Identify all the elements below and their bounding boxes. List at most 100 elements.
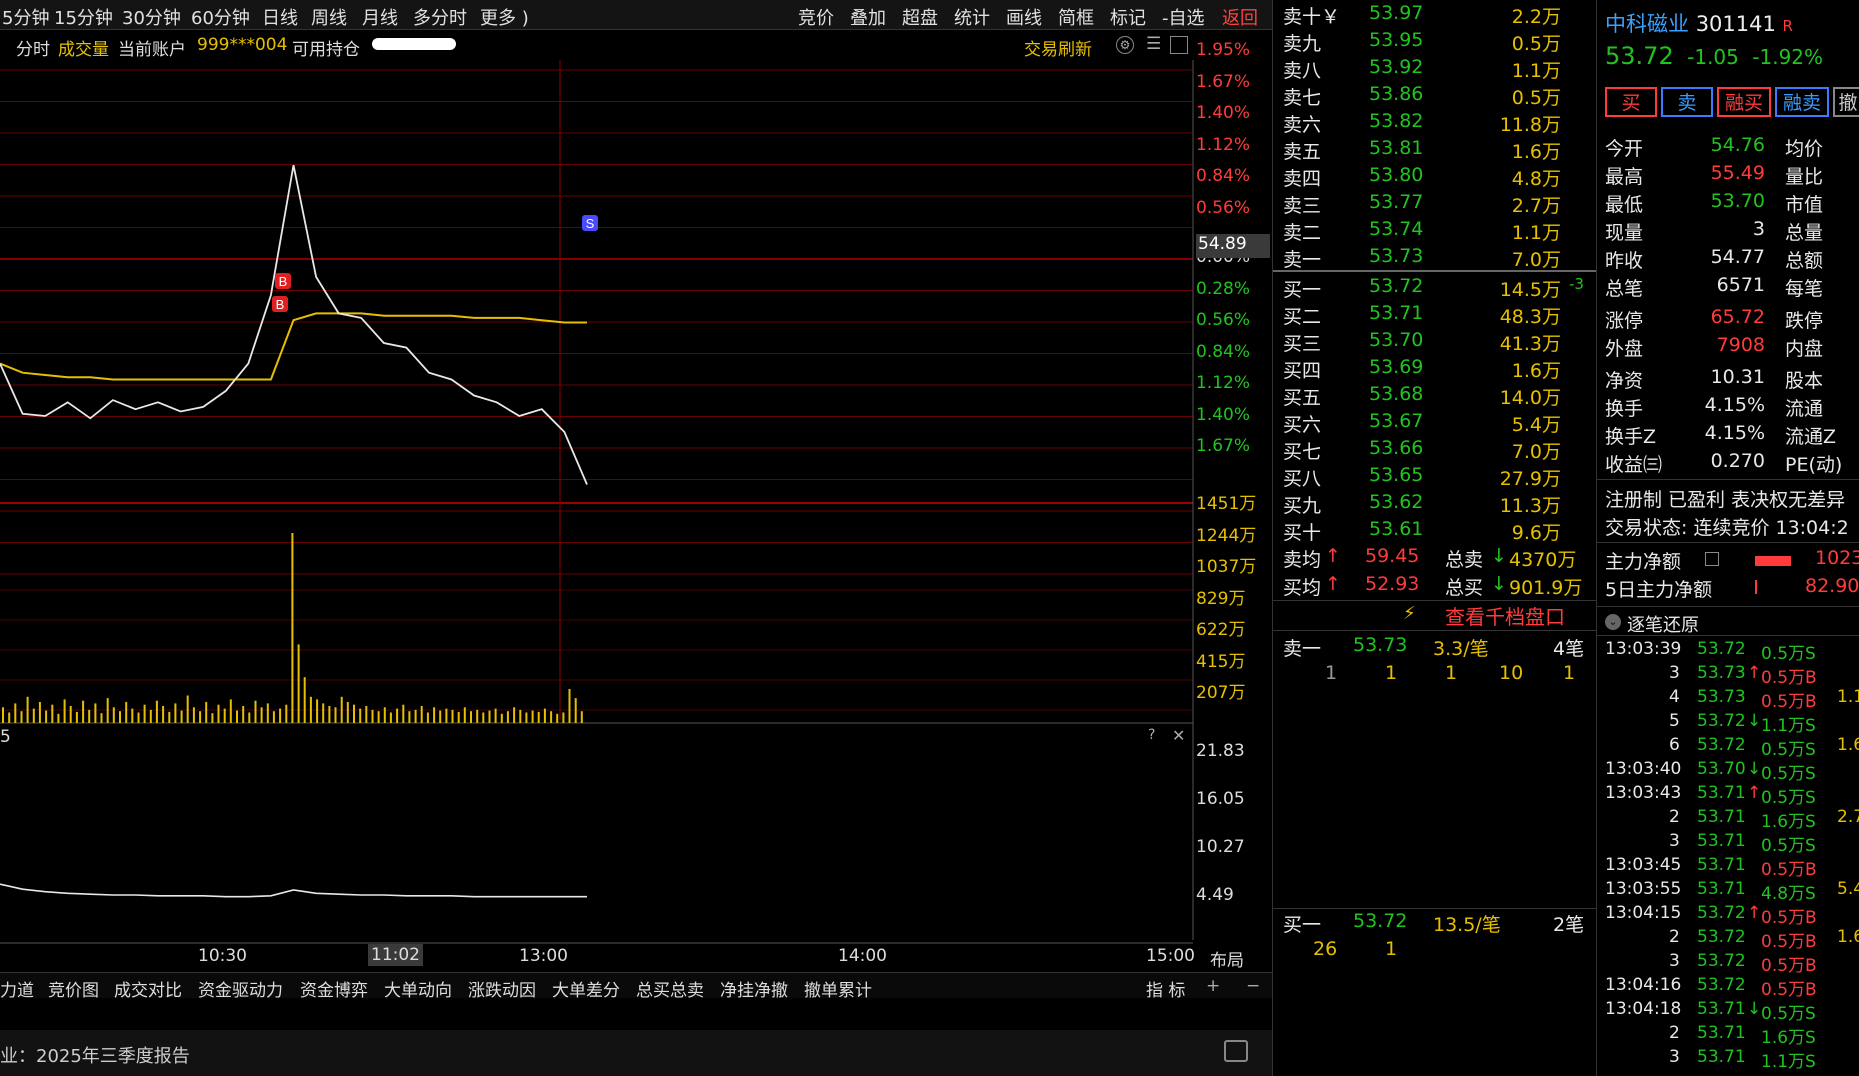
volume-bar: [346, 702, 349, 723]
tool-auction[interactable]: 竞价: [798, 4, 834, 30]
bid-level-row[interactable]: 买一 53.72 14.5万 -3: [1273, 273, 1596, 301]
tab-auction-chart[interactable]: 竞价图: [48, 976, 99, 1001]
volume-bar: [143, 704, 146, 723]
tick-row: 2 53.71 1.6万S 2.7: [1669, 807, 1859, 832]
volume-bar: [488, 710, 491, 723]
volume-bar: [537, 711, 540, 723]
tool-watchlist[interactable]: -自选: [1162, 4, 1205, 30]
tab-force[interactable]: 力道: [0, 976, 34, 1001]
volume-tick-label: 1037万: [1196, 557, 1257, 577]
tab-fund-game[interactable]: 资金博弈: [300, 976, 368, 1001]
tick-row: 3 53.71 1.1万S: [1669, 1047, 1816, 1072]
price-change: -1.05: [1687, 45, 1739, 69]
period-15min[interactable]: 15分钟: [54, 4, 113, 30]
bid-level-row[interactable]: 买四 53.69 1.6万: [1273, 354, 1596, 382]
ask-level-row[interactable]: 卖九 53.95 0.5万: [1273, 27, 1596, 55]
volume-bar: [365, 706, 368, 723]
tab-total-buy-sell[interactable]: 总买总卖: [636, 976, 704, 1001]
bid-level-row[interactable]: 买七 53.66 7.0万: [1273, 435, 1596, 463]
tab-big-order-diff[interactable]: 大单差分: [552, 976, 620, 1001]
ask-level-row[interactable]: 卖二 53.74 1.1万: [1273, 216, 1596, 244]
bid-level-row[interactable]: 买六 53.67 5.4万: [1273, 408, 1596, 436]
cancel-order-button[interactable]: 撤: [1833, 87, 1859, 117]
tick-row: 2 53.72 0.5万B 1.6: [1669, 927, 1859, 952]
tool-super[interactable]: 超盘: [902, 4, 938, 30]
period-day[interactable]: 日线: [262, 4, 298, 30]
intraday-chart[interactable]: S BB: [0, 60, 1272, 972]
panel-toggle-icon[interactable]: [1170, 36, 1188, 54]
stat-row: 今开 54.76 均价: [1605, 134, 1824, 160]
print-icon[interactable]: [1224, 1040, 1248, 1062]
bid-level-row[interactable]: 买三 53.70 41.3万: [1273, 327, 1596, 355]
zoom-out-icon[interactable]: −: [1246, 976, 1260, 996]
volume-label: 成交量: [58, 40, 109, 60]
bid-level-row[interactable]: 买十 53.61 9.6万: [1273, 516, 1596, 544]
depth-link[interactable]: 查看千档盘口: [1445, 601, 1565, 630]
volume-bar: [482, 712, 485, 723]
volume-bar: [433, 707, 436, 723]
tab-big-order-trend[interactable]: 大单动向: [384, 976, 452, 1001]
volume-bar: [451, 709, 454, 723]
margin-sell-button[interactable]: 融卖: [1775, 87, 1829, 117]
layout-button[interactable]: 布局: [1210, 946, 1244, 971]
tool-overlay[interactable]: 叠加: [850, 4, 886, 30]
volume-bar: [57, 713, 60, 723]
ask-level-row[interactable]: 卖四 53.80 4.8万: [1273, 162, 1596, 190]
ask-level-row[interactable]: 卖六 53.82 11.8万: [1273, 108, 1596, 136]
close-icon[interactable]: ✕: [1172, 726, 1185, 745]
bid-level-row[interactable]: 买五 53.68 14.0万: [1273, 381, 1596, 409]
bid-level-row[interactable]: 买九 53.62 11.3万: [1273, 489, 1596, 517]
period-60min[interactable]: 60分钟: [191, 4, 250, 30]
tab-trade-compare[interactable]: 成交对比: [114, 976, 182, 1001]
tab-cancel-cumulative[interactable]: 撤单累计: [804, 976, 872, 1001]
tab-fund-drive[interactable]: 资金驱动力: [198, 976, 283, 1001]
period-multi-time[interactable]: 多分时: [413, 4, 467, 30]
tool-draw[interactable]: 画线: [1006, 4, 1042, 30]
bid-level-row[interactable]: 买二 53.71 48.3万: [1273, 300, 1596, 328]
ask-level-row[interactable]: 卖八 53.92 1.1万: [1273, 54, 1596, 82]
buy-button[interactable]: 买: [1605, 87, 1657, 117]
period-5min[interactable]: 5分钟: [2, 4, 49, 30]
volume-bar: [223, 708, 226, 723]
account-label: 当前账户: [118, 40, 186, 60]
ask-level-row[interactable]: 卖一 53.73 7.0万: [1273, 243, 1596, 271]
bid-level-row[interactable]: 买八 53.65 27.9万: [1273, 462, 1596, 490]
list-icon[interactable]: ☰: [1146, 34, 1161, 54]
settings-icon[interactable]: ⚙: [1116, 36, 1134, 54]
indicator-series-line: [0, 883, 587, 898]
stat-row: 现量 3 总量: [1605, 218, 1824, 244]
indicator-button[interactable]: 指 标: [1146, 976, 1185, 1001]
period-week[interactable]: 周线: [311, 4, 347, 30]
tool-simple[interactable]: 简框: [1058, 4, 1094, 30]
volume-bar: [14, 703, 17, 723]
period-month[interactable]: 月线: [362, 4, 398, 30]
main-net-row: 主力净额 1023: [1605, 547, 1859, 573]
ask-level-row[interactable]: 卖七 53.86 0.5万: [1273, 81, 1596, 109]
tab-rise-fall-cause[interactable]: 涨跌动因: [468, 976, 536, 1001]
volume-bar: [20, 711, 23, 723]
period-more[interactable]: 更多 ): [480, 4, 529, 30]
back-button[interactable]: 返回: [1222, 4, 1258, 30]
volume-bar: [519, 709, 522, 723]
sell-button[interactable]: 卖: [1661, 87, 1713, 117]
volume-bar: [186, 695, 189, 723]
ask-level-row[interactable]: 卖五 53.81 1.6万: [1273, 135, 1596, 163]
stat-row: 换手 4.15% 流通: [1605, 394, 1824, 420]
period-30min[interactable]: 30分钟: [122, 4, 181, 30]
volume-bar: [506, 711, 509, 723]
ask-level-row[interactable]: 卖三 53.77 2.7万: [1273, 189, 1596, 217]
period-toolbar: 5分钟 15分钟 30分钟 60分钟 日线 周线 月线 多分时 更多 ) 竞价 …: [0, 0, 1272, 30]
bid-avg-row: 买均 ↑ 52.93 总买 ↓ 901.9万: [1283, 573, 1583, 599]
tick-row: 6 53.72 0.5万S 1.6: [1669, 735, 1859, 760]
tab-net-hang-cancel[interactable]: 净挂净撤: [720, 976, 788, 1001]
trade-refresh-button[interactable]: 交易刷新: [1024, 35, 1092, 60]
help-icon[interactable]: ?: [1148, 727, 1155, 743]
ask-level-row[interactable]: 卖十￥ 53.97 2.2万: [1273, 0, 1596, 28]
ticks-header[interactable]: ⌄ 逐笔还原: [1605, 610, 1859, 638]
zoom-in-icon[interactable]: +: [1206, 976, 1220, 996]
tool-mark[interactable]: 标记: [1110, 4, 1146, 30]
stock-name[interactable]: 中科磁业: [1605, 12, 1689, 36]
tool-stats[interactable]: 统计: [954, 4, 990, 30]
margin-buy-button[interactable]: 融买: [1717, 87, 1771, 117]
volume-bar: [353, 704, 355, 723]
